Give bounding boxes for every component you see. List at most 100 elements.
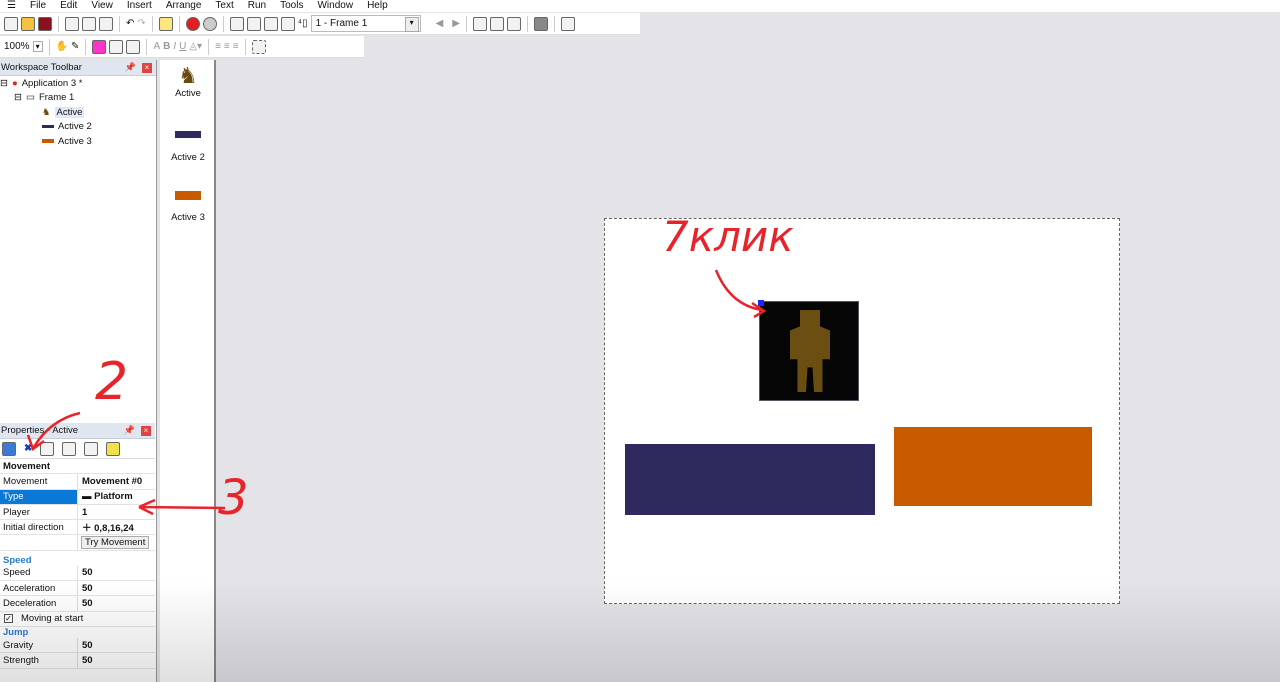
tree-item-active-3[interactable]: Active 3: [0, 134, 156, 149]
bear-sprite: [790, 310, 830, 392]
run-app-icon[interactable]: [185, 16, 200, 31]
active-3-rectangle[interactable]: [894, 427, 1092, 506]
frame-icon: ▭: [25, 92, 35, 104]
property-row-player[interactable]: Player 1: [0, 504, 155, 521]
tree-item-frame[interactable]: ⊟ ▭ Frame 1: [0, 91, 156, 106]
close-icon[interactable]: ×: [141, 426, 151, 436]
property-value[interactable]: Platform: [94, 491, 133, 502]
menu-run[interactable]: Run: [241, 1, 273, 11]
bold-icon[interactable]: B: [163, 41, 170, 52]
close-icon[interactable]: ×: [142, 63, 152, 73]
property-value[interactable]: 50: [78, 640, 93, 651]
tab-runtime-icon[interactable]: [40, 441, 55, 456]
frame-editor-icon[interactable]: [246, 16, 261, 31]
menu-window[interactable]: Window: [310, 1, 360, 11]
property-row-direction[interactable]: Initial direction ＋ 0,8,16,24: [0, 520, 155, 536]
event-editor-icon[interactable]: [263, 16, 278, 31]
save-icon[interactable]: [38, 16, 52, 31]
property-row-gravity[interactable]: Gravity 50: [0, 637, 155, 654]
frame-select[interactable]: 1 - Frame 1: [310, 15, 421, 32]
tree-item-active[interactable]: ♞ Active: [0, 105, 156, 120]
next-frame-icon[interactable]: ▶: [452, 18, 460, 29]
font-icon[interactable]: A: [153, 41, 160, 52]
pencil-icon[interactable]: ✎: [71, 41, 79, 52]
undo-icon[interactable]: ↶: [126, 18, 134, 29]
property-value[interactable]: 50: [78, 567, 93, 578]
fit-icon[interactable]: [251, 39, 266, 54]
show-grid-icon[interactable]: [92, 39, 107, 54]
snap-icon[interactable]: [126, 39, 141, 54]
menu-tools[interactable]: Tools: [273, 1, 310, 11]
align-left-icon[interactable]: ≡: [215, 41, 221, 52]
property-row-try: Try Movement: [0, 535, 155, 551]
copy-icon[interactable]: [82, 16, 96, 31]
active-2-rectangle[interactable]: [625, 444, 875, 515]
property-value[interactable]: 50: [78, 583, 93, 594]
chevron-down-icon[interactable]: ▾: [32, 41, 43, 52]
property-value[interactable]: 50: [78, 598, 93, 609]
stop-icon[interactable]: [534, 16, 548, 31]
menu-file[interactable]: File: [23, 1, 53, 11]
align-center-icon[interactable]: ≡: [224, 41, 230, 52]
hotspot-handle[interactable]: [758, 300, 764, 306]
fill-color-icon[interactable]: ◬▾: [189, 41, 202, 52]
property-value[interactable]: 1: [78, 507, 87, 518]
event-list-icon[interactable]: [280, 16, 295, 31]
tree-item-application[interactable]: ⊟ ● Application 3 *: [0, 76, 156, 91]
property-value[interactable]: Movement #0: [78, 476, 142, 487]
property-row-movement[interactable]: Movement Movement #0: [0, 474, 155, 490]
prev-frame-icon[interactable]: ◀: [436, 18, 444, 29]
workspace-toolbar-header: Workspace Toolbar 📌 ×: [0, 60, 156, 76]
moving-at-start-row[interactable]: ✓ Moving at start: [0, 612, 155, 627]
open-icon[interactable]: [21, 16, 35, 31]
underline-icon[interactable]: U: [179, 41, 186, 52]
frame-properties-icon[interactable]: [490, 16, 504, 31]
property-value[interactable]: 0,8,16,24: [94, 523, 134, 534]
paste-icon[interactable]: [99, 16, 113, 31]
property-value[interactable]: 50: [78, 655, 93, 666]
new-icon[interactable]: [4, 16, 18, 31]
italic-icon[interactable]: I: [173, 41, 176, 52]
menu-edit[interactable]: Edit: [53, 1, 84, 11]
redo-icon[interactable]: ↷: [137, 18, 145, 29]
property-row-acceleration[interactable]: Acceleration 50: [0, 581, 155, 597]
tab-movement-icon[interactable]: ✖: [24, 443, 32, 454]
tab-values-icon[interactable]: [62, 441, 77, 456]
app-menu-icon[interactable]: ☰: [0, 1, 23, 11]
tab-display-icon[interactable]: [84, 441, 99, 456]
checkbox-moving-at-start[interactable]: ✓: [4, 614, 13, 624]
pin-icon[interactable]: 📌: [124, 425, 135, 436]
tab-settings-icon[interactable]: [2, 441, 16, 456]
object-active-3[interactable]: Active 3: [160, 191, 216, 223]
data-elements-icon[interactable]: ⁴▯: [298, 18, 308, 29]
build-icon[interactable]: [561, 16, 575, 31]
property-row-speed[interactable]: Speed 50: [0, 565, 155, 582]
menu-text[interactable]: Text: [208, 1, 240, 11]
frame-canvas[interactable]: [604, 218, 1120, 604]
hand-icon[interactable]: ✋: [56, 41, 68, 52]
tab-about-icon[interactable]: [106, 441, 121, 456]
object-active[interactable]: ♞ Active: [160, 64, 216, 100]
menu-view[interactable]: View: [84, 1, 120, 11]
property-row-type[interactable]: Type ▬ Platform: [0, 489, 155, 505]
cut-icon[interactable]: [65, 16, 79, 31]
grid-icon[interactable]: [109, 39, 124, 54]
zoom-select[interactable]: 100%: [4, 41, 30, 52]
menu-insert[interactable]: Insert: [120, 1, 159, 11]
insert-frame-icon[interactable]: [473, 16, 487, 31]
try-movement-button[interactable]: Try Movement: [81, 536, 150, 550]
active-object-bear[interactable]: [758, 300, 859, 401]
menu-bar: ☰ File Edit View Insert Arrange Text Run…: [0, 0, 1280, 12]
frame-size-icon[interactable]: [507, 16, 521, 31]
object-active-2[interactable]: Active 2: [160, 131, 216, 163]
help-icon[interactable]: [158, 16, 173, 31]
menu-arrange[interactable]: Arrange: [159, 1, 209, 11]
property-row-strength[interactable]: Strength 50: [0, 653, 155, 669]
storyboard-icon[interactable]: [229, 16, 244, 31]
property-row-deceleration[interactable]: Deceleration 50: [0, 596, 155, 612]
run-frame-icon[interactable]: [202, 16, 217, 31]
pin-icon[interactable]: 📌: [125, 62, 136, 73]
tree-item-active-2[interactable]: Active 2: [0, 120, 156, 135]
align-right-icon[interactable]: ≡: [233, 41, 239, 52]
menu-help[interactable]: Help: [360, 1, 395, 11]
